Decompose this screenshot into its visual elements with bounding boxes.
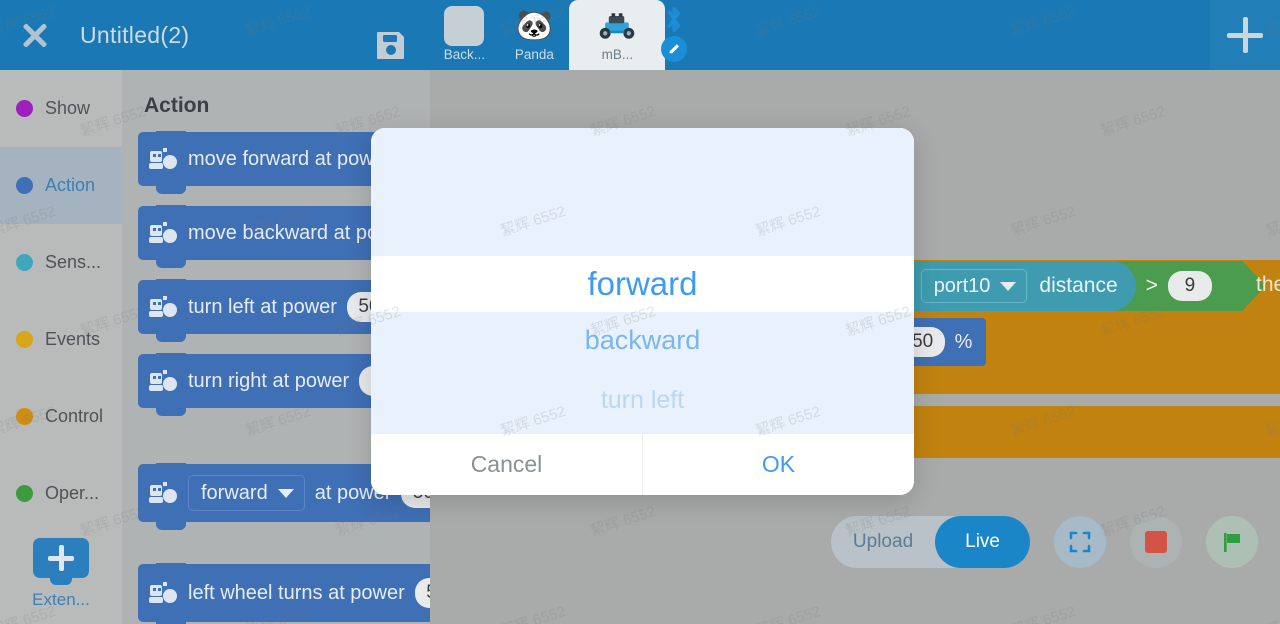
extension-nub [50,576,72,585]
robot-icon [148,481,178,505]
fullscreen-icon[interactable] [1054,516,1106,568]
sidebar-item-operators-label: Oper... [45,483,100,503]
pencil-icon[interactable] [661,36,688,62]
control-block-band-bottom[interactable] [870,406,1280,458]
picker-top-spacer [371,128,914,256]
sidebar-item-action[interactable]: Action [0,147,122,224]
sidebar-item-events-label: Events [45,329,101,349]
sidebar-item-sensing-label: Sens... [45,252,102,272]
sidebar-item-action-label: Action [45,175,96,195]
block-move-forward-text: move forward at power [188,147,392,170]
events-color-dot [16,331,33,348]
operator-greater-than-block[interactable]: or port10 distance > 9 [872,261,1266,311]
robot-icon [148,221,178,245]
control-block-band-middle[interactable] [870,370,1280,394]
picker-wheel[interactable]: forward backward turn left [371,128,914,433]
upload-live-toggle[interactable]: Upload Live [830,516,1030,568]
sensor-port-value: port10 [933,274,991,297]
block-wheels-power[interactable]: left wheel turns at power 50 %, right wh… [138,563,430,624]
direction-dropdown[interactable]: forward [188,475,305,511]
sensor-property-label: distance [1039,274,1118,297]
show-color-dot [16,100,33,117]
picker-option-turn-left[interactable]: turn left [371,368,914,433]
run-controls: Upload Live [830,516,1258,568]
sensing-color-dot [16,254,33,271]
operator-threshold-value[interactable]: 9 [1167,271,1212,301]
live-mode-button[interactable]: Live [935,516,1030,568]
sidebar-item-sensing[interactable]: Sens... [0,224,122,301]
if-then-label: then [1256,273,1280,296]
picker-option-forward[interactable]: forward [371,256,914,312]
add-extension-label: Exten... [32,590,90,609]
sidebar-item-show[interactable]: Show [0,70,122,147]
block-left-wheel-value[interactable]: 50 [414,578,430,608]
tab-mbot[interactable]: mB... [569,0,688,70]
add-extension-icon [33,538,89,585]
save-icon[interactable] [375,29,407,61]
sidebar-item-control-label: Control [45,406,104,426]
upload-mode-button[interactable]: Upload [831,516,935,568]
sidebar-item-control[interactable]: Control [0,378,122,455]
operator-symbol: > [1145,274,1158,297]
robot-icon [148,581,178,605]
nested-block-suffix: % [954,330,973,353]
robot-icon [148,147,178,171]
control-color-dot [16,408,33,425]
app-header: Untitled(2) Back... 🐼 Panda mB... [0,0,1280,70]
dialog-actions: Cancel OK [371,433,914,495]
action-color-dot [16,177,33,194]
tab-mbot-label: mB... [601,47,634,62]
robot-icon [148,295,178,319]
sensor-port-dropdown[interactable]: port10 [920,269,1028,303]
sidebar-item-events[interactable]: Events [0,301,122,378]
stop-icon[interactable] [1130,516,1182,568]
stop-square [1145,531,1167,553]
picker-option-backward[interactable]: backward [371,312,914,368]
mbot-robot-icon [597,6,637,46]
chevron-down-icon [277,488,294,498]
tab-mbot-side-actions [657,0,691,70]
chevron-down-icon [1000,281,1017,291]
sidebar-item-operators[interactable]: Oper... [0,455,122,532]
header-left-group: Untitled(2) [0,0,407,70]
direction-dropdown-value: forward [201,481,268,504]
block-turn-left-text: turn left at power [188,295,337,318]
tab-backdrop-label: Back... [443,47,486,62]
page-title: Untitled(2) [80,21,190,48]
category-sidebar: Show Action Sens... Events Control Oper.… [0,70,122,624]
tab-backdrop[interactable]: Back... [429,0,499,70]
tab-panda[interactable]: 🐼 Panda [499,0,569,70]
panda-sprite-icon: 🐼 [515,9,554,42]
palette-title: Action [144,94,210,117]
bluetooth-icon[interactable] [663,6,685,32]
operators-color-dot [16,485,33,502]
block-turn-right-text: turn right at power [188,369,350,392]
add-icon[interactable] [1210,0,1280,70]
robot-icon [148,369,178,393]
direction-picker-dialog[interactable]: forward backward turn left Cancel OK [371,128,914,495]
close-icon[interactable] [18,18,52,52]
sidebar-item-show-label: Show [45,98,91,118]
sprite-tabs: Back... 🐼 Panda mB... [429,0,688,70]
ok-button[interactable]: OK [642,434,914,495]
green-flag-icon[interactable] [1206,516,1258,568]
add-extension-button[interactable]: Exten... [0,538,122,610]
backdrop-thumbnail-icon [444,6,485,46]
cancel-button[interactable]: Cancel [371,434,642,495]
tab-panda-label: Panda [514,47,554,62]
block-wheels-text-left: left wheel turns at power [188,581,405,604]
